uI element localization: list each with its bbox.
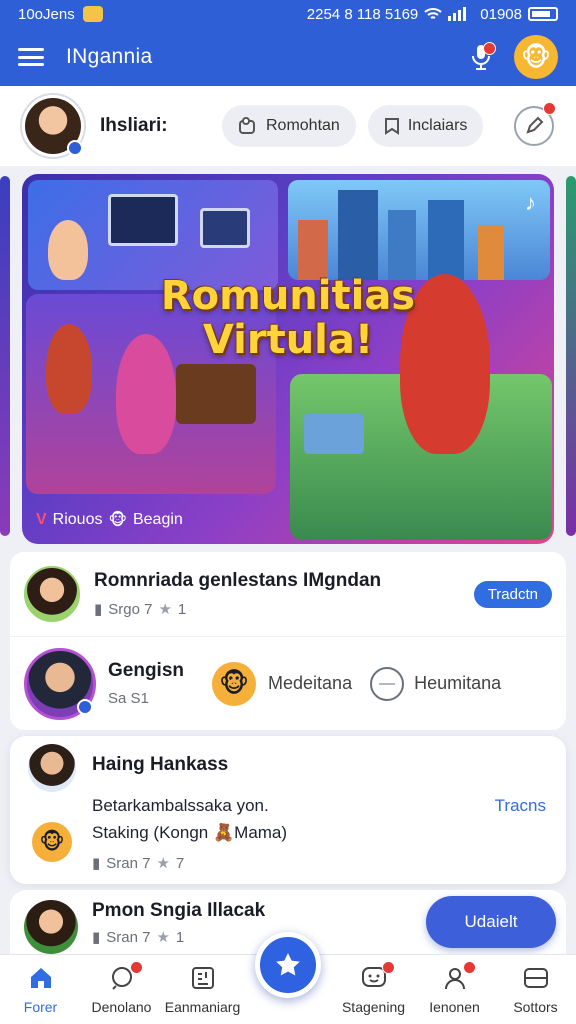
profile-row: Ihsliari: Romohtan Inclaiars [0,86,576,166]
carousel-next-peek[interactable] [566,176,576,536]
udaielt-button[interactable]: Udaielt [426,896,556,948]
grid-icon [188,965,218,991]
chip-heumitana[interactable]: Heumitana [414,673,501,694]
post-title: Haing Hankass [92,754,229,775]
notification-badge [381,960,395,974]
feed-post-card[interactable]: 🐵 Haing Hankass Betarkambalssaka yon. St… [10,736,566,884]
user-avatar-mascot[interactable]: 🐵 [514,35,558,79]
app-bar: INgannia 🐵 [0,28,576,86]
nav-denolano[interactable]: Denolano [81,955,162,1024]
pill-label: Romohtan [266,117,340,134]
verified-icon [67,140,83,156]
star-icon: ★ [156,855,170,872]
nav-label: Denolano [91,998,152,1015]
compose-button[interactable] [514,102,556,146]
pill-inclaiars[interactable]: Inclaiars [367,105,484,147]
mascot-icon[interactable]: 🐵 [212,661,257,706]
profile-name: Ihsliari: [100,115,168,136]
app-title: INgannia [66,45,153,68]
banner-title: Romunitias Virtula! [160,273,416,363]
notification-badge [543,102,556,115]
status-left-text: 10oJens [18,5,75,23]
person-icon [440,960,476,991]
notification-badge [483,42,496,55]
star-icon: ★ [158,601,172,618]
star-fab-button[interactable] [255,932,321,998]
carousel-prev-peek[interactable] [0,176,10,536]
feed-avatar[interactable] [24,566,80,622]
post-body: Betarkambalssaka yon. Staking (Kongn 🧸Ma… [92,796,288,842]
status-bar: 10oJens 2254 8 118 5169 01908 [0,0,576,28]
chip-medeitana[interactable]: Medeitana [268,673,352,694]
mascot-icon: 🐵 [32,822,72,862]
smiley-chat-icon [359,960,395,991]
profile-avatar[interactable] [22,95,84,157]
heart-icon: V [36,511,47,528]
nav-label: Ienonen [429,998,480,1015]
menu-icon[interactable] [18,48,44,66]
battery-icon [528,7,558,21]
signal-icon [448,7,467,21]
star-icon [276,953,300,976]
post-meta: ▮ Sran 7 ★ 7 [92,854,185,873]
nav-sottors[interactable]: Sottors [495,955,576,1024]
featured-carousel[interactable]: Romunitias Virtula! ♪ V Riouos 🐵 Beagin [0,170,576,548]
nav-eanmaniarg[interactable]: Eanmaniarg [162,955,243,1024]
banner-footer-label-2: Beagin [132,511,183,528]
minus-circle-icon[interactable]: — [370,666,405,701]
group-icon [239,117,255,134]
feed-title: Romnriada genlestans IMgndan [94,570,382,591]
wifi-icon [424,8,442,19]
tag-icon: ▮ [92,855,101,872]
featured-banner[interactable]: Romunitias Virtula! ♪ V Riouos 🐵 Beagin [22,174,554,544]
nav-stagening[interactable]: Stagening [333,955,414,1024]
music-note-icon: ♪ [525,190,536,215]
bookmark-icon [384,118,399,135]
banner-scene-city [288,180,550,280]
mascot-icon: 🐵 [108,512,127,529]
nav-ienonen[interactable]: Ienonen [414,955,495,1024]
feed-item[interactable]: Gengisn Sa S1 🐵 Medeitana — Heumitana [10,636,566,730]
tradctn-button[interactable]: Tradctn [473,580,552,608]
banner-scene-outdoor [290,274,552,540]
nav-home[interactable]: Forer [0,955,81,1024]
star-icon: ★ [156,929,170,946]
feed-avatar[interactable] [24,900,78,954]
banner-footer: V Riouos 🐵 Beagin [36,510,183,530]
nav-label: Sottors [513,998,558,1015]
tag-icon: ▮ [92,929,101,946]
notification-badge [129,960,143,974]
nav-label: Forer [23,998,58,1015]
emoji-icon: 🧸 [212,823,235,842]
verified-icon [77,698,93,715]
chat-icon [107,960,143,991]
feed-item[interactable]: Romnriada genlestans IMgndan ▮ Srgo 7 ★ … [10,552,566,636]
feed-avatar[interactable] [24,647,96,720]
battery-text: 01908 [480,5,522,23]
edit-icon [526,116,544,134]
feed-title: Pmon Sngia Illacak [92,900,266,921]
home-icon [26,965,56,991]
settings-icon [521,965,551,991]
nav-label: Eanmaniarg [164,998,241,1015]
status-right-text: 2254 8 118 5169 [306,5,419,23]
tag-icon: ▮ [94,601,103,618]
banner-footer-label: Riouos [52,511,103,528]
feed-title: Gengisn [108,660,185,681]
feed-meta: ▮ Srgo 7 ★ 1 [94,600,187,619]
voice-button[interactable] [464,40,498,74]
feed-avatar[interactable] [28,744,76,792]
feed-meta: Sa S1 [108,690,149,707]
feed-meta: ▮ Sran 7 ★ 1 [92,928,185,947]
notification-badge [462,960,476,974]
notification-chip-icon [82,6,103,22]
nav-label: Stagening [341,998,406,1015]
pill-romohtan[interactable]: Romohtan [222,105,356,147]
pill-label: Inclaiars [407,117,468,134]
tracns-link[interactable]: Tracns [495,796,546,816]
